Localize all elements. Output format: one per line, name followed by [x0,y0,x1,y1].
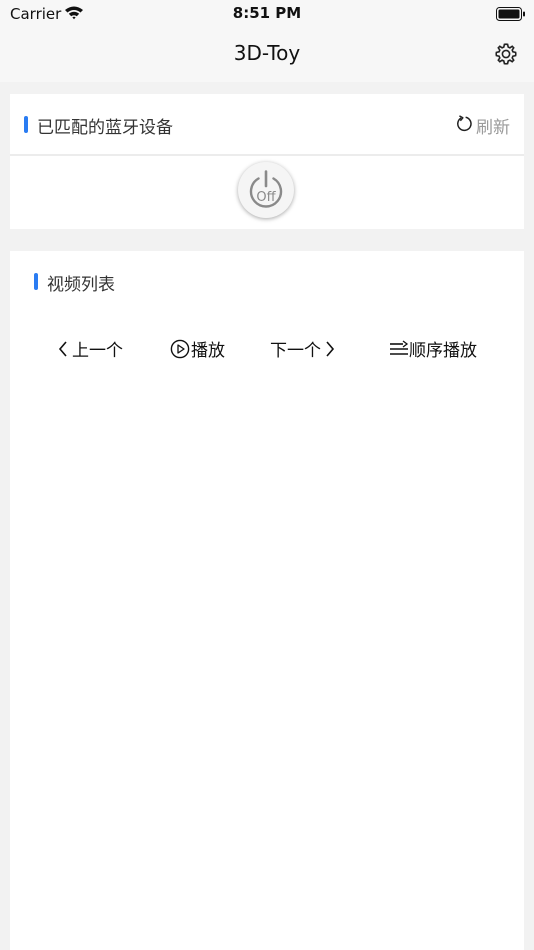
power-state-label: Off [256,190,276,205]
navigation-bar: 3D-Toy [0,28,534,82]
status-bar: Carrier 8:51 PM [0,0,534,28]
paired-devices-title: 已匹配的蓝牙设备 [37,118,173,138]
next-label: 下一个 [270,341,321,361]
video-list-title: 视频列表 [47,275,115,295]
chevron-right-icon [324,340,336,358]
play-button[interactable]: 播放 [170,336,225,361]
section-accent-bar [24,116,28,133]
next-button[interactable]: 下一个 [270,336,336,361]
battery-icon [496,6,526,25]
page-title: 3D-Toy [233,41,301,65]
previous-button[interactable]: 上一个 [57,336,123,361]
previous-label: 上一个 [72,341,123,361]
status-time: 8:51 PM [232,4,302,22]
chevron-left-icon [57,340,69,358]
play-order-label: 顺序播放 [409,341,477,361]
refresh-label: 刷新 [476,118,510,138]
gear-icon[interactable] [494,42,518,66]
paired-devices-card: 已匹配的蓝牙设备 刷新 Off [10,94,524,229]
section-accent-bar [34,273,38,290]
sequential-order-icon [389,339,409,358]
play-order-button[interactable]: 顺序播放 [389,336,477,361]
play-circle-icon [170,339,190,359]
paired-devices-header: 已匹配的蓝牙设备 刷新 [10,94,524,156]
refresh-button[interactable]: 刷新 [456,113,510,138]
play-label: 播放 [191,341,225,361]
power-toggle-button[interactable]: Off [238,162,294,218]
playback-controls: 上一个 播放 下一个 顺序播放 [0,336,534,362]
refresh-icon [456,115,473,136]
